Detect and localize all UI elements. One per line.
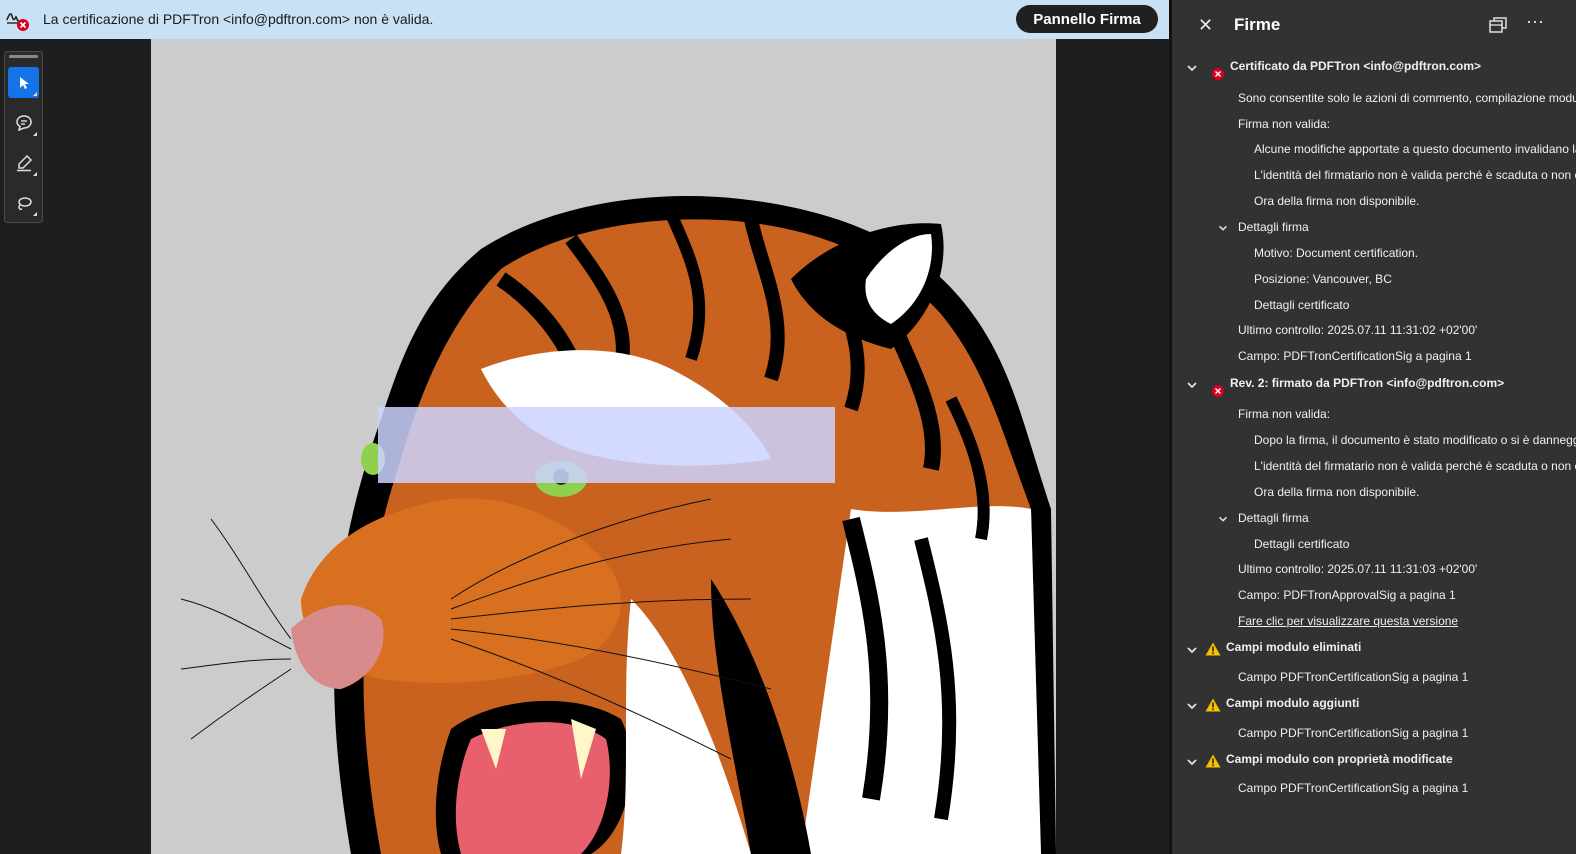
signature-banner: La certificazione di PDFTron <info@pdftr… <box>0 0 1169 39</box>
chevron-down-icon[interactable] <box>1185 699 1199 713</box>
comment-tool-button[interactable] <box>8 107 39 138</box>
sig2-last-check: Ultimo controllo: 2025.07.11 11:31:03 +0… <box>1238 562 1478 576</box>
sig1-details-label[interactable]: Dettagli firma <box>1238 220 1309 234</box>
close-icon[interactable]: ✕ <box>1198 15 1213 36</box>
panel-header: ✕ Firme ⋯ <box>1172 0 1576 50</box>
sig1-reason-2: L'identità del firmatario non è valida p… <box>1254 168 1576 182</box>
annotation-toolbar <box>4 51 43 223</box>
sig1-reason-1: Alcune modifiche apportate a questo docu… <box>1254 142 1576 156</box>
comment-icon <box>15 114 32 131</box>
added-field-item: Campo PDFTronCertificationSig a pagina 1 <box>1238 726 1469 740</box>
cursor-icon <box>19 76 29 89</box>
sig2-reason-2: L'identità del firmatario non è valida p… <box>1254 459 1576 473</box>
modified-field-item: Campo PDFTronCertificationSig a pagina 1 <box>1238 781 1469 795</box>
panel-title: Firme <box>1234 15 1281 34</box>
tool-menu-indicator <box>33 92 37 96</box>
highlighter-icon <box>16 154 32 171</box>
chevron-down-icon[interactable] <box>1185 755 1199 769</box>
highlight-tool-button[interactable] <box>8 147 39 178</box>
document-viewer[interactable] <box>0 39 1169 854</box>
error-icon <box>1212 385 1224 397</box>
banner-message: La certificazione di PDFTron <info@pdftr… <box>43 11 434 27</box>
warning-icon <box>1205 754 1221 768</box>
sig2-field: Campo: PDFTronApprovalSig a pagina 1 <box>1238 588 1456 602</box>
sig2-invalid-label: Firma non valida: <box>1238 407 1331 421</box>
modified-fields-header[interactable]: Campi modulo con proprietà modificate <box>1226 752 1453 766</box>
removed-fields-header[interactable]: Campi modulo eliminati <box>1226 640 1361 654</box>
warning-icon <box>1205 698 1221 712</box>
signature-error-icon <box>6 13 29 31</box>
toolbar-drag-handle[interactable] <box>9 55 38 58</box>
panel-layout-icon[interactable] <box>1488 15 1508 35</box>
tool-menu-indicator <box>33 132 37 136</box>
added-fields-header[interactable]: Campi modulo aggiunti <box>1226 696 1359 710</box>
more-options-icon[interactable]: ⋯ <box>1526 12 1545 33</box>
sig1-invalid-label: Firma non valida: <box>1238 117 1331 131</box>
tool-menu-indicator <box>33 172 37 176</box>
chevron-down-icon[interactable] <box>1185 643 1199 657</box>
sig1-posizione: Posizione: Vancouver, BC <box>1254 272 1392 286</box>
removed-field-item: Campo PDFTronCertificationSig a pagina 1 <box>1238 670 1469 684</box>
sig2-details-label[interactable]: Dettagli firma <box>1238 511 1309 525</box>
select-tool-button[interactable] <box>8 67 39 98</box>
sig2-cert-details[interactable]: Dettagli certificato <box>1254 537 1349 551</box>
error-icon <box>1212 68 1224 80</box>
sig1-last-check: Ultimo controllo: 2025.07.11 11:31:02 +0… <box>1238 323 1478 337</box>
chevron-down-icon[interactable] <box>1217 222 1229 234</box>
lasso-tool-button[interactable] <box>8 187 39 218</box>
sig1-permissions: Sono consentite solo le azioni di commen… <box>1238 91 1576 105</box>
view-version-link[interactable]: Fare clic per visualizzare questa versio… <box>1238 614 1458 628</box>
pdf-page[interactable] <box>151 39 1056 854</box>
tool-menu-indicator <box>33 212 37 216</box>
sig2-reason-1: Dopo la firma, il documento è stato modi… <box>1254 433 1576 447</box>
warning-icon <box>1205 642 1221 656</box>
chevron-down-icon[interactable] <box>1185 378 1199 392</box>
chevron-down-icon[interactable] <box>1185 61 1199 75</box>
selection-highlight[interactable] <box>378 407 835 483</box>
chevron-down-icon[interactable] <box>1217 513 1229 525</box>
signature-panel-button[interactable]: Pannello Firma <box>1016 5 1158 33</box>
signatures-panel: ✕ Firme ⋯ Certificato da PDFTron <info@p… <box>1172 0 1576 854</box>
sig1-reason-3: Ora della firma non disponibile. <box>1254 194 1420 208</box>
lasso-icon <box>17 196 32 210</box>
sig1-cert-details[interactable]: Dettagli certificato <box>1254 298 1349 312</box>
sig2-header[interactable]: Rev. 2: firmato da PDFTron <info@pdftron… <box>1230 376 1504 390</box>
sig1-header[interactable]: Certificato da PDFTron <info@pdftron.com… <box>1230 59 1481 73</box>
sig2-reason-3: Ora della firma non disponibile. <box>1254 485 1420 499</box>
sig1-field: Campo: PDFTronCertificationSig a pagina … <box>1238 349 1472 363</box>
sig1-motivo: Motivo: Document certification. <box>1254 246 1419 260</box>
